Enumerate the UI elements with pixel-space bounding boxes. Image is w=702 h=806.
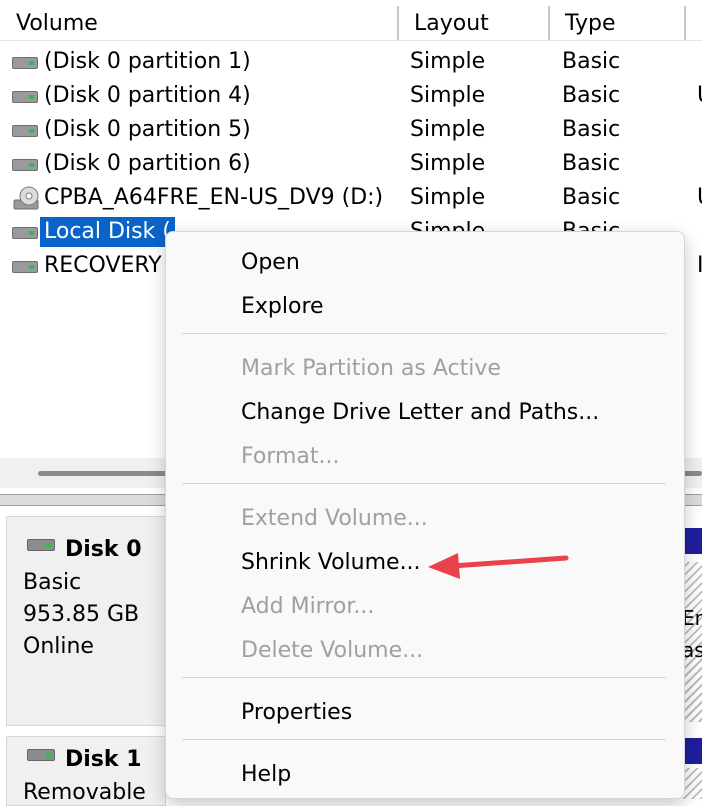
disk-type: Basic [23, 570, 82, 595]
volume-extra: U [697, 181, 702, 215]
red-arrow-icon [428, 553, 569, 579]
hard-drive-icon [12, 57, 38, 69]
column-header: Volume Layout Type [0, 0, 702, 41]
hard-drive-icon [12, 227, 38, 239]
volume-name: (Disk 0 partition 4) [44, 83, 251, 108]
menu-item-format: Format... [166, 435, 684, 479]
menu-item-label: Open [241, 250, 300, 275]
hard-drive-icon [12, 261, 38, 273]
menu-item-delete-volume: Delete Volume... [166, 629, 684, 673]
disk-name: Disk 1 [65, 747, 142, 772]
menu-item-label: Explore [241, 294, 324, 319]
volume-layout: Simple [410, 151, 486, 176]
volume-type: Basic [562, 83, 621, 108]
menu-item-mark-partition-active: Mark Partition as Active [166, 347, 684, 391]
menu-item-explore[interactable]: Explore [166, 285, 684, 329]
menu-item-label: Properties [241, 700, 353, 725]
volume-name: (Disk 0 partition 6) [44, 151, 251, 176]
volume-layout: Simple [410, 49, 486, 74]
hard-drive-icon [12, 159, 38, 171]
optical-disc-icon [13, 186, 39, 210]
partition-label-fragment: En [682, 606, 702, 630]
disk-name: Disk 0 [65, 537, 142, 562]
partition-header-bar [682, 528, 702, 554]
volume-row[interactable]: (Disk 0 partition 6) Simple Basic [0, 147, 702, 181]
volume-type: Basic [562, 49, 621, 74]
menu-item-extend-volume: Extend Volume... [166, 497, 684, 541]
volume-row[interactable]: (Disk 0 partition 1) Simple Basic [0, 45, 702, 79]
column-divider[interactable] [684, 6, 686, 40]
volume-name: (Disk 0 partition 1) [44, 49, 251, 74]
volume-layout: Simple [410, 83, 486, 108]
context-menu: Open Explore Mark Partition as Active Ch… [165, 231, 685, 799]
partition-label-fragment: as [682, 638, 702, 662]
menu-item-label: Delete Volume... [241, 638, 424, 663]
volume-name: RECOVERY [44, 253, 162, 278]
volume-type: Basic [562, 117, 621, 142]
menu-item-help[interactable]: Help [166, 753, 684, 797]
hard-drive-icon [12, 91, 38, 103]
partition-header-bar [682, 738, 702, 764]
volume-type: Basic [562, 151, 621, 176]
disk-status: Online [23, 634, 94, 659]
volume-layout: Simple [410, 185, 486, 210]
volume-extra: I [697, 253, 702, 278]
volume-extra: U [697, 79, 702, 113]
hard-drive-icon [12, 125, 38, 137]
volume-name: (Disk 0 partition 5) [44, 117, 251, 142]
menu-separator [182, 333, 666, 334]
column-header-layout[interactable]: Layout [398, 0, 549, 40]
menu-separator [182, 677, 666, 678]
volume-row[interactable]: CPBA_A64FRE_EN-US_DV9 (D:) Simple Basic … [0, 181, 702, 215]
menu-item-label: Help [241, 762, 292, 787]
volume-layout: Simple [410, 117, 486, 142]
disk-icon [27, 749, 55, 761]
menu-item-label: Add Mirror... [241, 594, 375, 619]
volume-name: CPBA_A64FRE_EN-US_DV9 (D:) [44, 185, 384, 210]
disk-type: Removable [23, 780, 146, 805]
menu-item-label: Shrink Volume... [241, 550, 421, 575]
menu-item-properties[interactable]: Properties [166, 691, 684, 735]
menu-item-label: Change Drive Letter and Paths... [241, 400, 600, 425]
column-header-volume[interactable]: Volume [0, 0, 398, 40]
menu-item-label: Format... [241, 444, 340, 469]
menu-item-change-drive-letter[interactable]: Change Drive Letter and Paths... [166, 391, 684, 435]
volume-row[interactable]: (Disk 0 partition 4) Simple Basic U [0, 79, 702, 113]
menu-separator [182, 483, 666, 484]
disk-size: 953.85 GB [23, 602, 140, 627]
menu-item-open[interactable]: Open [166, 241, 684, 285]
menu-item-label: Mark Partition as Active [241, 356, 501, 381]
volume-name: Local Disk ( [40, 217, 175, 247]
disk-0-card[interactable]: Disk 0 Basic 953.85 GB Online [6, 516, 166, 726]
volume-type: Basic [562, 185, 621, 210]
menu-separator [182, 739, 666, 740]
menu-item-add-mirror: Add Mirror... [166, 585, 684, 629]
disk-1-card[interactable]: Disk 1 Removable [6, 736, 166, 806]
disk-icon [27, 539, 55, 551]
volume-row[interactable]: (Disk 0 partition 5) Simple Basic [0, 113, 702, 147]
menu-item-label: Extend Volume... [241, 506, 428, 531]
column-header-type[interactable]: Type [549, 0, 684, 40]
partition-block[interactable] [682, 768, 702, 799]
